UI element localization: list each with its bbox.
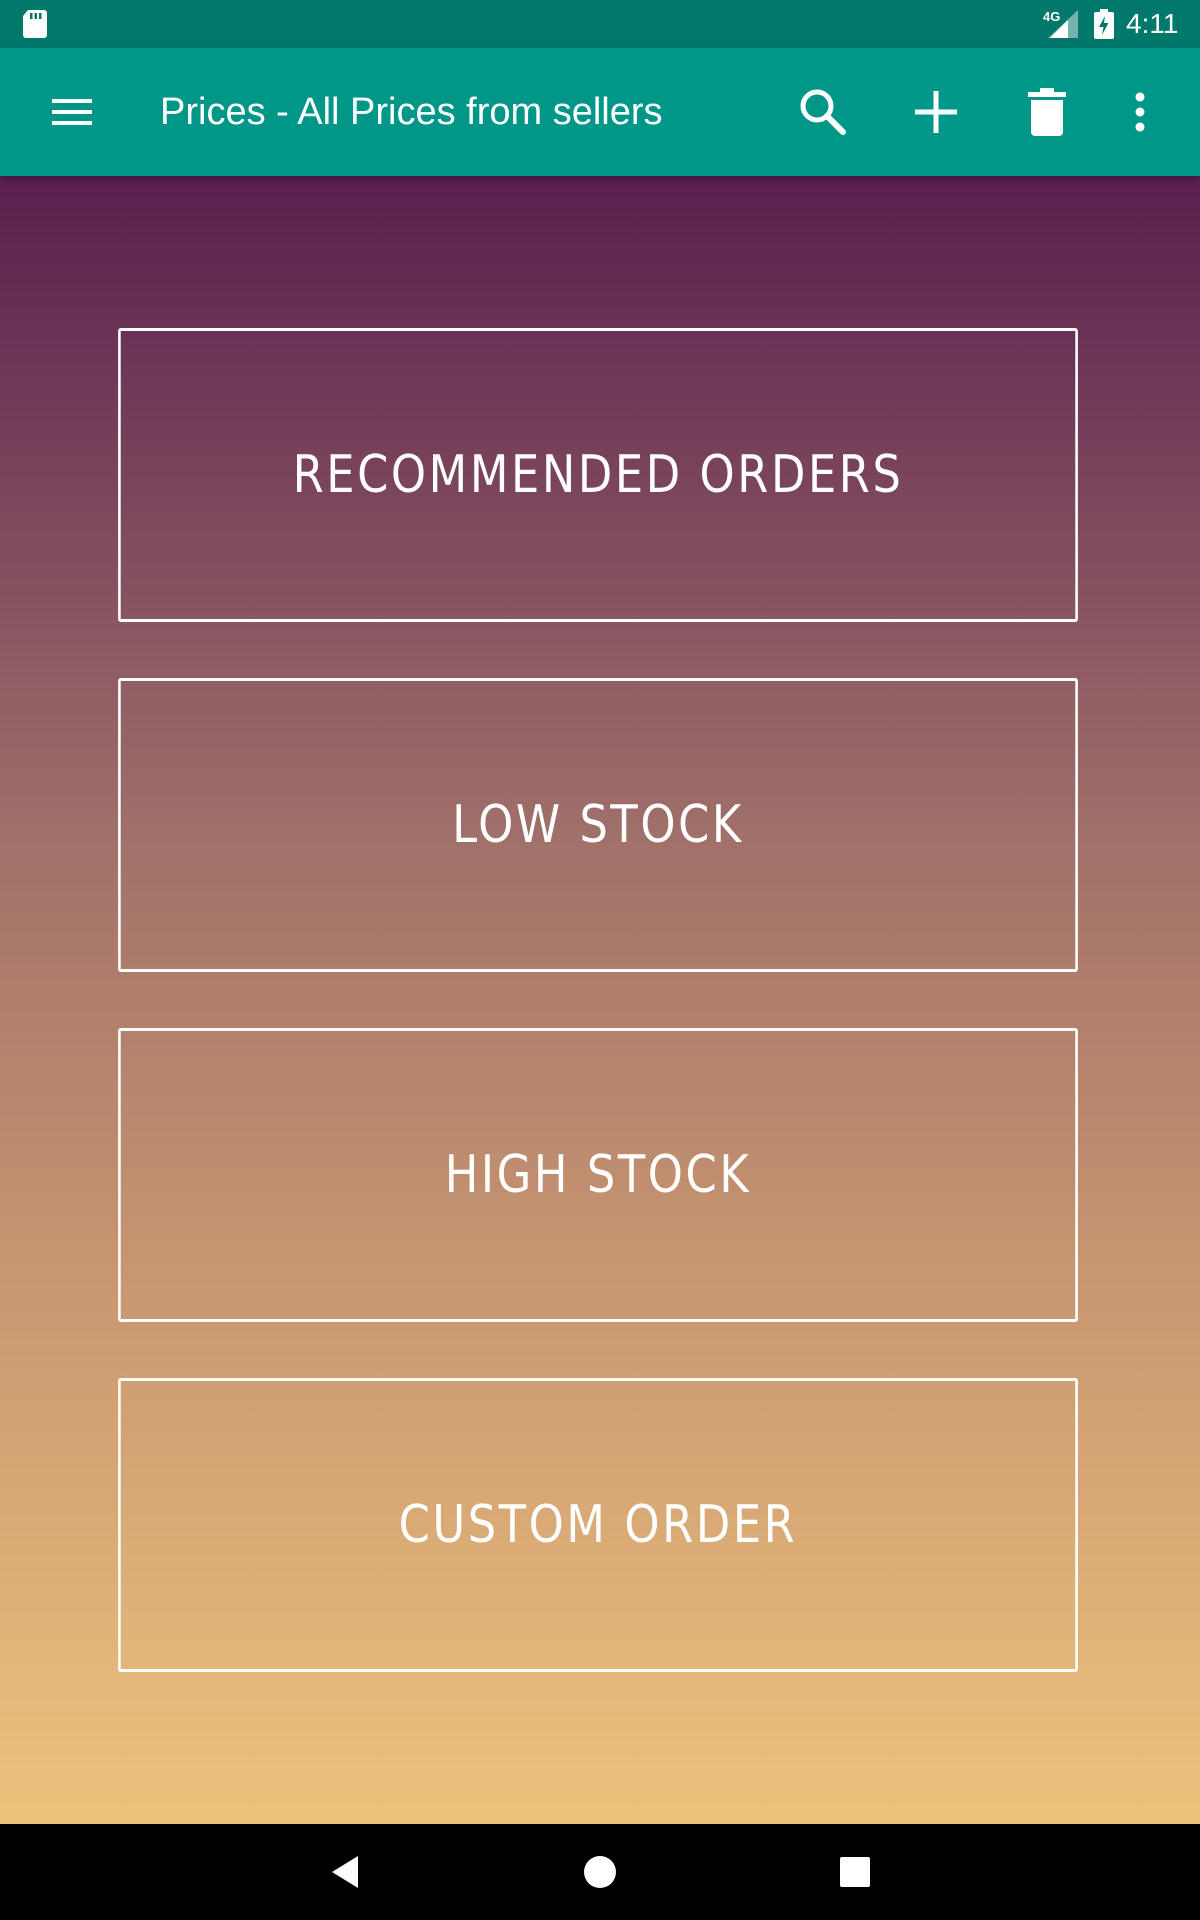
back-icon	[332, 1856, 358, 1888]
status-bar: 4G 4:11	[0, 0, 1200, 48]
add-icon	[915, 91, 957, 133]
search-icon	[800, 89, 846, 135]
add-button[interactable]	[896, 72, 976, 152]
custom-order-button[interactable]: CUSTOM ORDER	[118, 1378, 1078, 1672]
recents-button[interactable]	[815, 1842, 895, 1902]
home-button[interactable]	[560, 1842, 640, 1902]
screen: 4G 4:11 Prices - All Prices from sellers	[0, 0, 1200, 1920]
back-button[interactable]	[305, 1842, 385, 1902]
recents-icon	[840, 1857, 870, 1887]
high-stock-button[interactable]: HIGH STOCK	[118, 1028, 1078, 1322]
more-vert-icon	[1135, 92, 1145, 132]
navigation-bar	[0, 1824, 1200, 1920]
low-stock-button[interactable]: LOW STOCK	[118, 678, 1078, 972]
home-icon	[584, 1856, 616, 1888]
delete-icon	[1028, 88, 1066, 136]
button-label: RECOMMENDED ORDERS	[292, 445, 904, 505]
button-label: CUSTOM ORDER	[398, 1495, 798, 1555]
battery-charging-icon	[1094, 9, 1114, 39]
more-options-button[interactable]	[1100, 72, 1180, 152]
recommended-orders-button[interactable]: RECOMMENDED ORDERS	[118, 328, 1078, 622]
search-button[interactable]	[783, 72, 863, 152]
button-label: LOW STOCK	[452, 795, 744, 855]
app-bar: Prices - All Prices from sellers	[0, 48, 1200, 176]
signal-icon	[1048, 10, 1078, 38]
clock: 4:11	[1126, 8, 1179, 39]
main-content: RECOMMENDED ORDERS LOW STOCK HIGH STOCK …	[0, 176, 1200, 1824]
sd-card-icon	[23, 10, 47, 38]
delete-button[interactable]	[1007, 72, 1087, 152]
menu-icon	[52, 99, 92, 125]
page-title: Prices - All Prices from sellers	[160, 91, 663, 133]
button-label: HIGH STOCK	[444, 1145, 752, 1205]
menu-button[interactable]	[32, 72, 112, 152]
